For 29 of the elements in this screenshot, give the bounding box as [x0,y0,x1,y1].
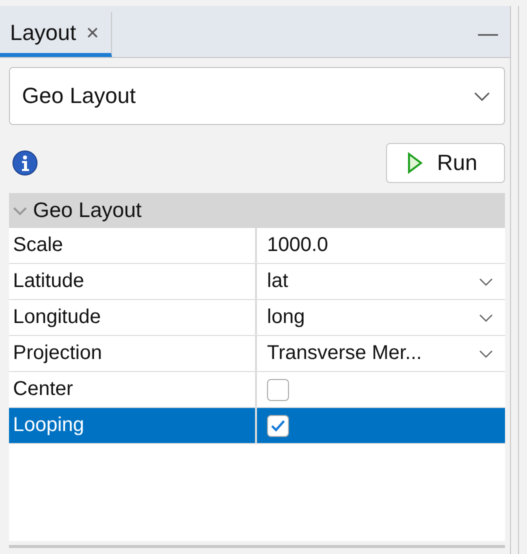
chevron-down-icon [474,92,490,100]
close-icon[interactable]: × [86,20,99,46]
property-name: Latitude [9,264,257,299]
property-name: Scale [9,228,257,263]
checkbox[interactable] [267,378,289,400]
checkmark-icon [270,418,286,432]
group-header[interactable]: Geo Layout [9,193,505,228]
property-value: 1000.0 [267,234,328,257]
play-icon [407,152,423,174]
info-icon[interactable] [12,150,38,176]
checkbox[interactable] [267,414,289,436]
chevron-down-icon[interactable] [479,350,493,358]
property-value: lat [267,270,288,293]
chevron-down-icon[interactable] [479,278,493,286]
property-name: Projection [9,336,257,371]
property-name: Looping [9,408,257,443]
minimize-button[interactable]: — [478,17,510,46]
property-row[interactable]: Scale 1000.0 [9,228,505,264]
property-row[interactable]: Longitude long [9,300,505,336]
property-value: long [267,306,305,329]
property-value: Transverse Mer... [267,342,422,365]
run-button[interactable]: Run [386,143,505,183]
tab[interactable]: Layout × [0,12,112,57]
layout-dropdown[interactable]: Geo Layout [9,67,505,125]
property-row[interactable]: Projection Transverse Mer... [9,336,505,372]
property-row[interactable]: Latitude lat [9,264,505,300]
property-name: Longitude [9,300,257,335]
chevron-down-icon[interactable] [479,314,493,322]
property-row[interactable]: Looping [9,408,505,444]
